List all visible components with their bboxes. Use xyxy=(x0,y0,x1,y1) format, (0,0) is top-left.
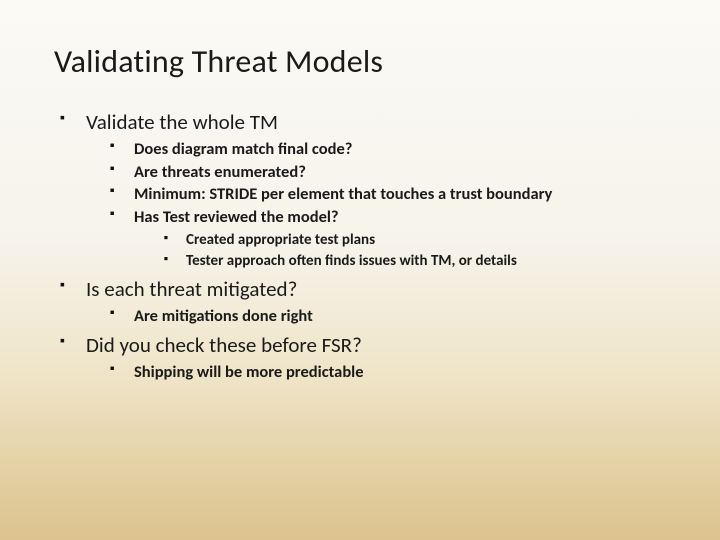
l2-text: Are threats enumerated? xyxy=(134,162,306,182)
l1-item: Did you check these before FSR? Shipping… xyxy=(58,332,666,384)
l2-item: Has Test reviewed the model? Created app… xyxy=(108,207,666,271)
l2-text: Does diagram match final code? xyxy=(134,139,352,159)
l3-text: Tester approach often finds issues with … xyxy=(186,252,517,270)
bullet-list-level2: Does diagram match final code? Are threa… xyxy=(86,139,666,271)
l2-item: Are threats enumerated? xyxy=(108,162,666,183)
l2-item: Minimum: STRIDE per element that touches… xyxy=(108,184,666,205)
l2-text: Has Test reviewed the model? xyxy=(134,207,339,227)
slide: Validating Threat Models Validate the wh… xyxy=(0,0,720,540)
l3-item: Tester approach often finds issues with … xyxy=(162,252,666,272)
bullet-list-level2: Shipping will be more predictable xyxy=(86,362,666,383)
l1-item: Validate the whole TM Does diagram match… xyxy=(58,109,666,271)
slide-title: Validating Threat Models xyxy=(54,42,666,81)
l1-text: Validate the whole TM xyxy=(86,109,278,135)
bullet-list-level2: Are mitigations done right xyxy=(86,306,666,327)
l3-text: Created appropriate test plans xyxy=(186,231,375,249)
l2-text: Shipping will be more predictable xyxy=(134,362,364,382)
l2-item: Are mitigations done right xyxy=(108,306,666,327)
l1-text: Is each threat mitigated? xyxy=(86,276,297,302)
l3-item: Created appropriate test plans xyxy=(162,231,666,251)
l2-item: Does diagram match final code? xyxy=(108,139,666,160)
l2-text: Minimum: STRIDE per element that touches… xyxy=(134,184,552,204)
l2-text: Are mitigations done right xyxy=(134,306,313,326)
l1-item: Is each threat mitigated? Are mitigation… xyxy=(58,276,666,328)
bullet-list-level3: Created appropriate test plans Tester ap… xyxy=(134,231,666,271)
l2-item: Shipping will be more predictable xyxy=(108,362,666,383)
bullet-list-level1: Validate the whole TM Does diagram match… xyxy=(54,109,666,383)
l1-text: Did you check these before FSR? xyxy=(86,332,362,358)
